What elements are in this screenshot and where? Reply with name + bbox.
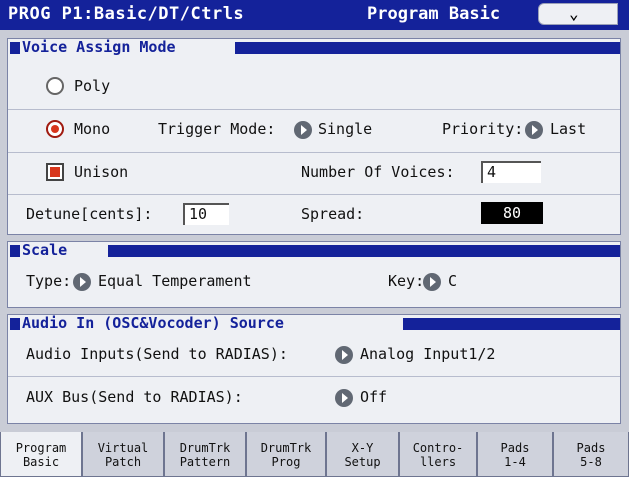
scale-section: Scale Type: Equal Temperament Key: C: [7, 241, 621, 308]
tab-program-basic[interactable]: Program Basic: [0, 432, 82, 477]
audio-inputs-value[interactable]: Analog Input1/2: [360, 345, 495, 363]
unison-label: Unison: [74, 163, 129, 181]
trigger-mode-arrow-icon[interactable]: [294, 121, 312, 139]
tab-xy-setup[interactable]: X-Y Setup: [326, 432, 399, 477]
mono-label: Mono: [74, 120, 111, 138]
scale-key-label: Key:: [388, 272, 425, 290]
number-of-voices-field[interactable]: 4: [481, 161, 541, 183]
trigger-mode-value[interactable]: Single: [318, 120, 372, 138]
chevron-down-icon: ⌄: [569, 4, 579, 23]
section-header: Audio In (OSC&Vocoder) Source: [8, 314, 620, 332]
section-title: Voice Assign Mode: [22, 38, 176, 56]
section-header: Voice Assign Mode: [8, 38, 620, 56]
priority-value[interactable]: Last: [550, 120, 586, 138]
tab-pads-1-4[interactable]: Pads 1-4: [477, 432, 553, 477]
audio-inputs-arrow-icon[interactable]: [335, 346, 353, 364]
page-tabs: Program Basic Virtual Patch DrumTrk Pattern…: [0, 432, 629, 477]
poly-radio[interactable]: [46, 77, 64, 95]
scale-type-label: Type:: [26, 272, 72, 290]
audio-inputs-label: Audio Inputs(Send to RADIAS):: [26, 345, 288, 363]
audio-in-section: Audio In (OSC&Vocoder) Source Audio Inpu…: [7, 314, 621, 424]
section-title: Scale: [22, 241, 68, 259]
mono-radio[interactable]: [46, 120, 64, 138]
tab-drumtrk-pattern[interactable]: DrumTrk Pattern: [164, 432, 246, 477]
page-subtitle: Program Basic: [367, 4, 501, 24]
tab-drumtrk-prog[interactable]: DrumTrk Prog: [246, 432, 326, 477]
unison-checkbox[interactable]: [46, 163, 64, 181]
title-bar: PROG P1:Basic/DT/Ctrls Program Basic ⌄: [0, 0, 629, 30]
scale-key-value[interactable]: C: [448, 272, 457, 290]
detune-field[interactable]: 10: [183, 203, 229, 225]
trigger-mode-label: Trigger Mode:: [158, 120, 276, 138]
aux-bus-arrow-icon[interactable]: [335, 389, 353, 407]
section-header: Scale: [8, 241, 620, 259]
spread-label: Spread:: [301, 205, 365, 223]
tab-virtual-patch[interactable]: Virtual Patch: [82, 432, 164, 477]
aux-bus-value[interactable]: Off: [360, 388, 387, 406]
poly-label: Poly: [74, 77, 111, 95]
scale-type-arrow-icon[interactable]: [73, 273, 91, 291]
priority-arrow-icon[interactable]: [525, 121, 543, 139]
voice-assign-section: Voice Assign Mode Poly Mono Trigger Mode…: [7, 38, 621, 235]
section-title: Audio In (OSC&Vocoder) Source: [22, 314, 284, 332]
scale-type-value[interactable]: Equal Temperament: [98, 272, 252, 290]
number-of-voices-label: Number Of Voices:: [301, 163, 455, 181]
tab-controllers[interactable]: Contro-llers: [399, 432, 477, 477]
spread-field[interactable]: 80: [481, 202, 543, 224]
tab-pads-5-8[interactable]: Pads 5-8: [553, 432, 629, 477]
aux-bus-label: AUX Bus(Send to RADIAS):: [26, 388, 243, 406]
detune-label: Detune[cents]:: [26, 205, 153, 223]
page-title: PROG P1:Basic/DT/Ctrls: [8, 4, 245, 24]
priority-label: Priority:: [442, 120, 524, 138]
page-menu-button[interactable]: ⌄: [538, 3, 618, 25]
scale-key-arrow-icon[interactable]: [423, 273, 441, 291]
